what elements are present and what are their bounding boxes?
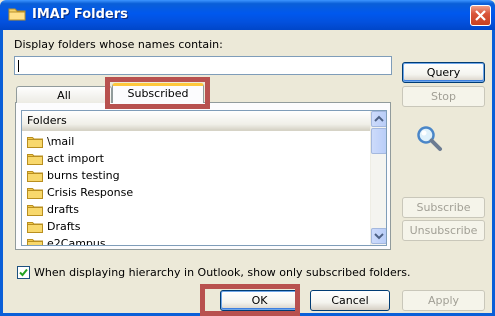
- window-title: IMAP Folders: [32, 7, 128, 22]
- chevron-down-icon: [374, 233, 384, 240]
- scroll-up-button[interactable]: [371, 111, 386, 127]
- checkmark-icon: [19, 268, 28, 277]
- folders-column-header[interactable]: Folders: [22, 111, 371, 131]
- title-bar[interactable]: IMAP Folders: [0, 0, 495, 30]
- apply-button[interactable]: Apply: [402, 290, 485, 311]
- unsubscribe-button[interactable]: Unsubscribe: [402, 220, 485, 241]
- list-item[interactable]: act import: [22, 150, 371, 167]
- ok-button[interactable]: OK: [220, 290, 299, 311]
- subscribe-button[interactable]: Subscribe: [402, 197, 485, 218]
- filter-label: Display folders whose names contain:: [14, 38, 223, 51]
- list-item[interactable]: burns testing: [22, 167, 371, 184]
- text-caret: [18, 60, 19, 72]
- magnifier-icon: [417, 126, 442, 151]
- folder-icon: [27, 136, 43, 148]
- folder-icon: [27, 187, 43, 199]
- scroll-thumb[interactable]: [371, 128, 386, 154]
- list-item[interactable]: Drafts: [22, 218, 371, 235]
- list-item-label: drafts: [47, 203, 79, 216]
- close-button[interactable]: [470, 5, 491, 26]
- vertical-scrollbar[interactable]: [370, 111, 386, 245]
- folder-icon: [27, 204, 43, 216]
- list-item-label: \mail: [47, 135, 75, 148]
- scroll-down-button[interactable]: [371, 228, 386, 244]
- folder-icon: [27, 238, 43, 245]
- folder-filter-input[interactable]: [14, 56, 392, 75]
- chevron-up-icon: [374, 115, 384, 122]
- folders-column-header-label: Folders: [27, 114, 67, 127]
- stop-button[interactable]: Stop: [402, 86, 485, 107]
- list-item-label: act import: [47, 152, 104, 165]
- folder-icon: [27, 153, 43, 165]
- folder-list[interactable]: Folders \mail act import burns testing C…: [21, 110, 387, 246]
- subscribed-only-label: When displaying hierarchy in Outlook, sh…: [34, 266, 411, 279]
- cancel-button[interactable]: Cancel: [310, 290, 390, 311]
- tab-subscribed[interactable]: Subscribed: [112, 83, 204, 103]
- folder-rows: \mail act import burns testing Crisis Re…: [22, 133, 371, 246]
- list-item-label: e2Campus: [47, 237, 106, 246]
- list-item-label: Crisis Response: [47, 186, 134, 199]
- list-item-label: burns testing: [47, 169, 120, 182]
- query-button[interactable]: Query: [402, 62, 485, 83]
- folder-icon: [8, 8, 26, 21]
- close-icon: [475, 10, 486, 21]
- list-item[interactable]: e2Campus: [22, 235, 371, 246]
- folder-icon: [27, 221, 43, 233]
- list-item[interactable]: \mail: [22, 133, 371, 150]
- folder-icon: [27, 170, 43, 182]
- list-item[interactable]: Crisis Response: [22, 184, 371, 201]
- tab-all[interactable]: All: [16, 86, 112, 103]
- list-item[interactable]: drafts: [22, 201, 371, 218]
- list-item-label: Drafts: [47, 220, 81, 233]
- subscribed-only-checkbox[interactable]: [17, 266, 30, 279]
